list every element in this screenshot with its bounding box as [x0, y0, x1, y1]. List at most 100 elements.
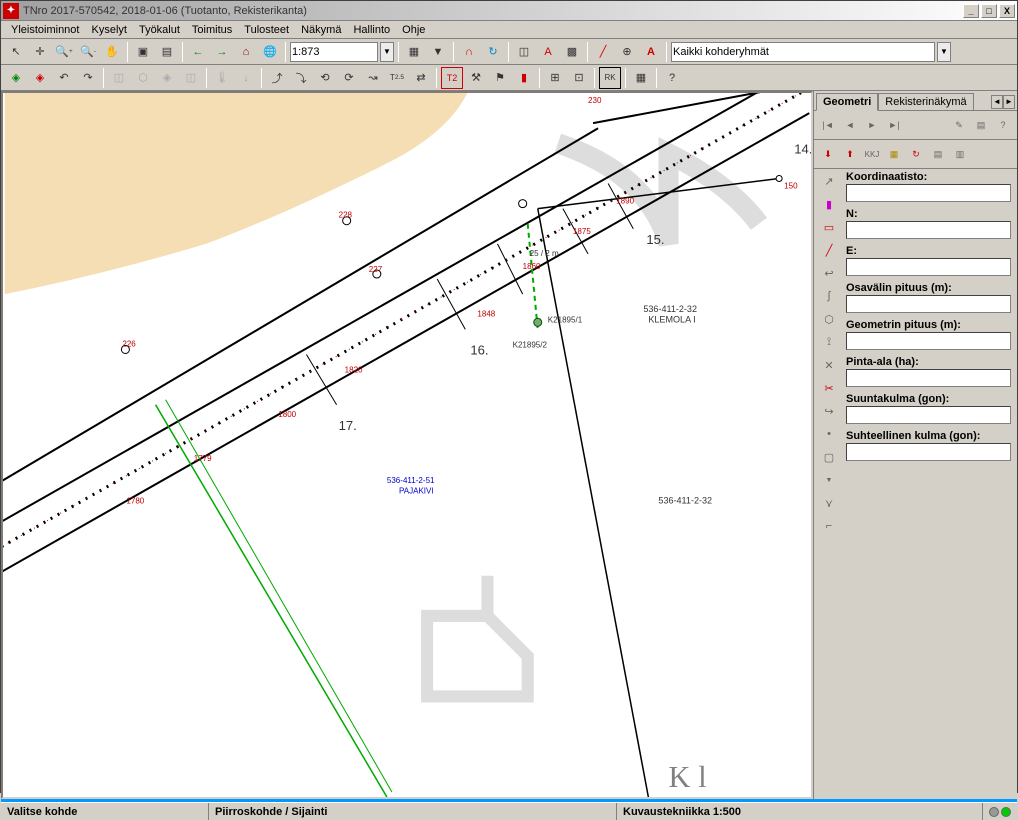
prism2-icon[interactable]: ⬡ — [132, 67, 154, 89]
map-canvas[interactable]: Kl — [1, 91, 813, 799]
line-icon[interactable]: ╱ — [592, 41, 614, 63]
tab-geometri[interactable]: Geometri — [816, 93, 878, 111]
menu-nakyma[interactable]: Näkymä — [295, 22, 347, 38]
input-suhteellinen[interactable] — [846, 443, 1011, 461]
hook-icon[interactable]: ↪ — [819, 401, 839, 421]
dropdown-icon[interactable]: ▼ — [427, 41, 449, 63]
down-icon[interactable]: ↓ — [235, 67, 257, 89]
corner-icon[interactable]: ⌐ — [819, 516, 839, 536]
menu-tulosteet[interactable]: Tulosteet — [238, 22, 295, 38]
grid2-icon[interactable]: ▤ — [928, 144, 948, 164]
kkj-icon[interactable]: KKJ — [862, 144, 882, 164]
menu-yleistoiminnot[interactable]: Yleistoiminnot — [5, 22, 85, 38]
prism3-icon[interactable]: ◈ — [156, 67, 178, 89]
curve-icon[interactable]: ↩ — [819, 263, 839, 283]
t2-icon[interactable]: T2 — [441, 67, 463, 89]
dropdown2-icon[interactable]: ▼ — [819, 470, 839, 490]
grid-color-icon[interactable]: ▦ — [630, 67, 652, 89]
minimize-button[interactable]: _ — [963, 4, 979, 18]
menu-ohje[interactable]: Ohje — [396, 22, 431, 38]
tab-prev-icon[interactable]: ◄ — [991, 95, 1003, 109]
globe-icon[interactable]: 🌐 — [259, 41, 281, 63]
input-e[interactable] — [846, 258, 1011, 276]
prism1-icon[interactable]: ◫ — [108, 67, 130, 89]
layer-select[interactable] — [671, 42, 935, 62]
sq2-icon[interactable]: ▢ — [819, 447, 839, 467]
layers-icon[interactable]: ▤ — [156, 41, 178, 63]
cube-green-icon[interactable]: ◈ — [5, 67, 27, 89]
arrows-icon[interactable]: ⇄ — [410, 67, 432, 89]
back-icon[interactable]: ← — [187, 41, 209, 63]
menu-toimitus[interactable]: Toimitus — [186, 22, 238, 38]
forward-icon[interactable]: → — [211, 41, 233, 63]
tab-rekisteri[interactable]: Rekisterinäkymä — [878, 93, 973, 110]
flag-icon[interactable]: ⚑ — [489, 67, 511, 89]
pointer-icon[interactable]: ↖ — [5, 41, 27, 63]
font-icon[interactable]: A — [640, 41, 662, 63]
crosshair-icon[interactable]: ✛ — [29, 41, 51, 63]
menu-hallinto[interactable]: Hallinto — [347, 22, 396, 38]
pattern-icon[interactable]: ▩ — [561, 41, 583, 63]
tool-x-icon[interactable]: ⚒ — [465, 67, 487, 89]
palette-icon[interactable]: ▦ — [403, 41, 425, 63]
cube-icon[interactable]: ◫ — [513, 41, 535, 63]
layer-dropdown[interactable]: ▼ — [937, 42, 951, 62]
s-icon[interactable]: ∫ — [819, 286, 839, 306]
curve5-icon[interactable]: ↝ — [362, 67, 384, 89]
square-icon[interactable]: ▮ — [819, 194, 839, 214]
home-icon[interactable]: ⌂ — [235, 41, 257, 63]
cube-red-icon[interactable]: ◈ — [29, 67, 51, 89]
text-a-icon[interactable]: A — [537, 41, 559, 63]
prism4-icon[interactable]: ◫ — [180, 67, 202, 89]
symbol-icon[interactable]: ⊕ — [616, 41, 638, 63]
rk-icon[interactable]: RK — [599, 67, 621, 89]
t25-icon[interactable]: T2.5 — [386, 67, 408, 89]
poly-icon[interactable]: ⬡ — [819, 309, 839, 329]
input-osavalin[interactable] — [846, 295, 1011, 313]
menu-kyselyt[interactable]: Kyselyt — [85, 22, 132, 38]
maximize-button[interactable]: □ — [981, 4, 997, 18]
refresh-icon[interactable]: ↻ — [482, 41, 504, 63]
dot-icon[interactable]: • — [819, 424, 839, 444]
last-icon[interactable]: ►| — [884, 115, 904, 135]
zoom-in-icon[interactable]: 🔍+ — [53, 41, 75, 63]
tool-b-icon[interactable]: ▤ — [971, 115, 991, 135]
input-koord[interactable] — [846, 184, 1011, 202]
ruler-icon[interactable]: ⟟ — [819, 332, 839, 352]
pan-icon[interactable]: ✋ — [101, 41, 123, 63]
close-button[interactable]: X — [999, 4, 1015, 18]
tool-help-icon[interactable]: ? — [993, 115, 1013, 135]
undo-icon[interactable]: ↶ — [53, 67, 75, 89]
slash-icon[interactable]: ╱ — [819, 240, 839, 260]
curve3-icon[interactable]: ⟲ — [314, 67, 336, 89]
therm-icon[interactable]: 🌡 — [211, 67, 233, 89]
split-v-icon[interactable]: ⊡ — [568, 67, 590, 89]
new-icon[interactable]: ▣ — [132, 41, 154, 63]
zoom-out-icon[interactable]: 🔍- — [77, 41, 99, 63]
scale-dropdown[interactable]: ▼ — [380, 42, 394, 62]
dl1-icon[interactable]: ⬇ — [818, 144, 838, 164]
link-icon[interactable]: ↻ — [906, 144, 926, 164]
tool-a-icon[interactable]: ✎ — [949, 115, 969, 135]
magnet-icon[interactable]: ∩ — [458, 41, 480, 63]
curve1-icon[interactable]: ⤴ — [266, 67, 288, 89]
split-h-icon[interactable]: ⊞ — [544, 67, 566, 89]
scale-input[interactable] — [290, 42, 378, 62]
curve4-icon[interactable]: ⟳ — [338, 67, 360, 89]
rect-icon[interactable]: ▭ — [819, 217, 839, 237]
curve2-icon[interactable]: ⤵ — [290, 67, 312, 89]
tab-next-icon[interactable]: ► — [1003, 95, 1015, 109]
dl2-icon[interactable]: ⬆ — [840, 144, 860, 164]
grid3-icon[interactable]: ▥ — [950, 144, 970, 164]
book-icon[interactable]: ▮ — [513, 67, 535, 89]
menu-tyokalut[interactable]: Työkalut — [133, 22, 186, 38]
arrow-icon[interactable]: ↗ — [819, 171, 839, 191]
input-suuntakulma[interactable] — [846, 406, 1011, 424]
help-icon[interactable]: ? — [661, 67, 683, 89]
scissor-icon[interactable]: ✂ — [819, 378, 839, 398]
input-geometrin[interactable] — [846, 332, 1011, 350]
prev-icon[interactable]: ◄ — [840, 115, 860, 135]
input-pinta-ala[interactable] — [846, 369, 1011, 387]
input-n[interactable] — [846, 221, 1011, 239]
grid1-icon[interactable]: ▦ — [884, 144, 904, 164]
